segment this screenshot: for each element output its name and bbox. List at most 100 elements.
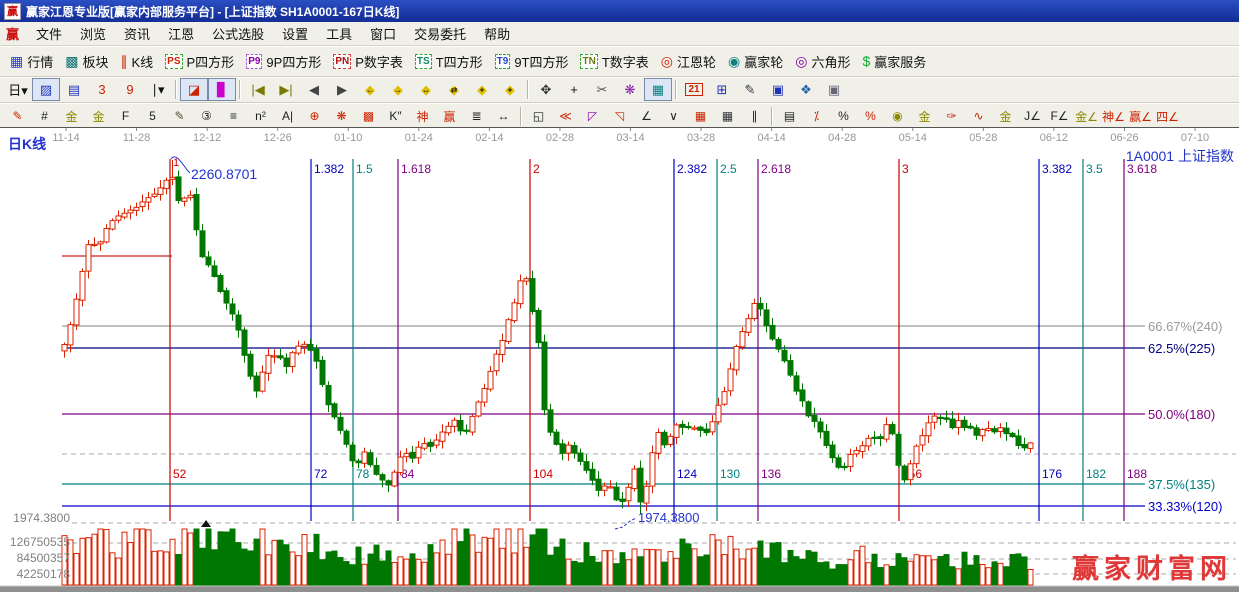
gann-fan-red-button[interactable]: ≪ [552,105,579,127]
save-button[interactable]: ▣ [764,78,792,101]
diamond-expand-h-button[interactable]: ◆ ↔ [412,78,440,101]
j-angle-button[interactable]: J∠ [1019,105,1046,127]
fan-box-red-button[interactable]: ◹ [606,105,633,127]
ruler-123-button[interactable]: ≣ [463,105,490,127]
pencil-2-button[interactable]: ✎ [166,105,193,127]
boxed-web-button[interactable]: ▩ [355,105,382,127]
calendar-21-button[interactable]: 21 [680,78,708,101]
toolbar-button-gann-wheel[interactable]: ◎ 江恩轮 [655,50,722,73]
menu-item-3[interactable]: 江恩 [159,25,203,44]
gold-split-1-button[interactable]: 金 [58,105,85,127]
info-document-button[interactable]: ▤ [60,78,88,101]
menu-item-6[interactable]: 工具 [317,25,361,44]
toolbar-button-kline[interactable]: ∥ K线 [115,50,160,73]
candle-body [247,353,254,377]
trend-pencil-button[interactable]: ✎ [4,105,31,127]
notepad-button[interactable]: ✎ [736,78,764,101]
red-grid-button[interactable]: ▦ [687,105,714,127]
chart-values-button[interactable]: ▤ [776,105,803,127]
menu-item-5[interactable]: 设置 [273,25,317,44]
hand-tool-button[interactable]: ✥ [532,78,560,101]
wave-box-button[interactable]: ∿ [965,105,992,127]
percent-plain-button[interactable]: % [830,105,857,127]
toolbar-button-t-square[interactable]: TS T四方形 [409,50,489,73]
menu-item-7[interactable]: 窗口 [361,25,405,44]
brush-tool-button[interactable]: ✑ [938,105,965,127]
cut-tool-button[interactable]: ✂ [588,78,616,101]
n-square-lines-button[interactable]: n² [247,105,274,127]
skip-to-start-button[interactable]: |◀ [244,78,272,101]
menu-item-1[interactable]: 浏览 [71,25,115,44]
fibonacci-lines-button[interactable]: F [112,105,139,127]
hash-lines-button[interactable]: ≡ [220,105,247,127]
cycle-5-lines-button[interactable]: 5 [139,105,166,127]
kline-chart[interactable]: 11-14 11-28 12-12 12-26 01-10 01-24 02-14 02-28… [0,128,1239,592]
histogram-style-button[interactable]: ▊ [208,78,236,101]
toolbar-button-p-number-table[interactable]: PN P数字表 [327,50,409,73]
win-lines-button[interactable]: 赢 [436,105,463,127]
angle-mirror-button[interactable]: A| [274,105,301,127]
calculator-button[interactable]: ⊞ [708,78,736,101]
skip-to-end-button[interactable]: ▶| [272,78,300,101]
percent-marked-button[interactable]: ⁒ [803,105,830,127]
shen-lines-button[interactable]: 神 [409,105,436,127]
candle-style-dropdown-button[interactable]: ∣▾ [144,78,172,101]
diamond-compress-h-button[interactable]: ◆ ⇄ [440,78,468,101]
four-angle-button[interactable]: 四∠ [1154,105,1181,127]
circle-3-tool-button[interactable]: ③ [193,105,220,127]
toolbar-button-winner-wheel[interactable]: ◉ 赢家轮 [722,50,789,73]
three-bars-button[interactable]: 3 [88,78,116,101]
app-icon[interactable]: 赢 [4,2,21,20]
spider-web-button[interactable]: ❋ [328,105,355,127]
nine-bars-button[interactable]: 9 [116,78,144,101]
maze-tool-button[interactable]: ▦ [644,78,672,101]
toolbar-button-winner-service[interactable]: $ 赢家服务 [856,50,932,73]
slant-lines-button[interactable]: ∥ [741,105,768,127]
f-angle-button[interactable]: F∠ [1046,105,1073,127]
dark-grid-button[interactable]: ▦ [714,105,741,127]
crosshair-tool-button[interactable]: + [560,78,588,101]
v-lines-button[interactable]: ∨ [660,105,687,127]
gold-split-2-button[interactable]: 金 [85,105,112,127]
toolbar-button-sectors[interactable]: ▩ 板块 [59,50,114,73]
diamond-left-button[interactable]: ◆ ← [356,78,384,101]
volume-bar [871,553,878,586]
zigzag-pattern-button[interactable]: ◪ [180,78,208,101]
gold-hline-button[interactable]: 金 [911,105,938,127]
width-arrow-button[interactable]: ↔ [490,105,517,127]
chart-pattern-toggle-button[interactable]: ▨ [32,78,60,101]
toolbar-button-quotes[interactable]: ▦ 行情 [4,50,59,73]
gold-box-button[interactable]: 金 [992,105,1019,127]
menu-item-0[interactable]: 文件 [27,25,71,44]
shen-angle-button[interactable]: 神∠ [1100,105,1127,127]
toolbar-button-9t-square[interactable]: T9 9T四方形 [489,50,575,73]
toolbar-button-t-number-table[interactable]: TN T数字表 [574,50,654,73]
gold-circle-button[interactable]: ◉ [884,105,911,127]
save-web-button[interactable]: ❖ [792,78,820,101]
menu-item-4[interactable]: 公式选股 [203,25,273,44]
step-forward-button[interactable]: ▶ [328,78,356,101]
compass-circle-button[interactable]: ⊕ [301,105,328,127]
win-angle-button[interactable]: 赢∠ [1127,105,1154,127]
menu-item-9[interactable]: 帮助 [475,25,519,44]
chart-area[interactable]: 11-14 11-28 12-12 12-26 01-10 01-24 02-14 02-28… [0,127,1239,592]
toolbar-button-hexagon[interactable]: ◎ 六角形 [789,50,856,73]
toolbar-button-p-square[interactable]: PS P四方形 [159,50,240,73]
toolbar-button-9p-square[interactable]: P9 9P四方形 [240,50,327,73]
web-tool-button[interactable]: ❋ [616,78,644,101]
kline-period-dropdown-button[interactable]: 日▾ [4,78,32,101]
menu-item-8[interactable]: 交易委托 [405,25,475,44]
menu-item-2[interactable]: 资讯 [115,25,159,44]
k-mark-button[interactable]: K″ [382,105,409,127]
step-back-button[interactable]: ◀ [300,78,328,101]
gold-angle-button[interactable]: 金∠ [1073,105,1100,127]
percent-line-button[interactable]: % [857,105,884,127]
fan-box-purple-button[interactable]: ◸ [579,105,606,127]
box-tool-button[interactable]: ◱ [525,105,552,127]
diamond-expand-all-button[interactable]: ◆ + [468,78,496,101]
black-fan-button[interactable]: ∠ [633,105,660,127]
diamond-right-button[interactable]: ◆ → [384,78,412,101]
diamond-compress-all-button[interactable]: ◆ + [496,78,524,101]
workstation-button[interactable]: ▣ [820,78,848,101]
percent-lines-button[interactable]: # [31,105,58,127]
